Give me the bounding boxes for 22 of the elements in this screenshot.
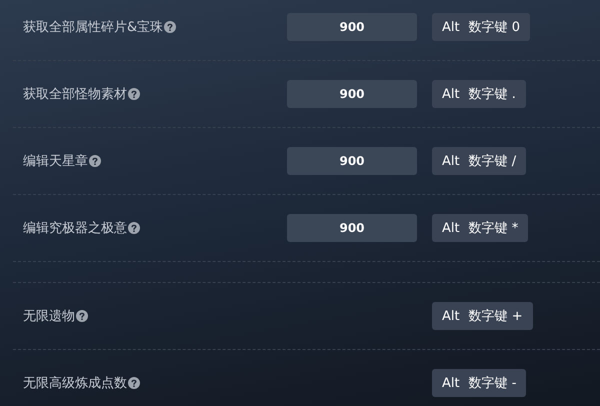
- option-label: 获取全部属性碎片&宝珠: [23, 19, 164, 36]
- option-label: 编辑究极器之极意: [23, 220, 127, 237]
- value-field[interactable]: 900: [287, 214, 417, 242]
- hotkey-button[interactable]: Alt 数字键 /: [432, 147, 526, 175]
- value-field[interactable]: 900: [287, 147, 417, 175]
- hotkey-button[interactable]: Alt 数字键 .: [432, 80, 526, 108]
- help-icon[interactable]: [128, 222, 140, 234]
- help-icon[interactable]: [164, 21, 176, 33]
- option-label: 无限遗物: [23, 308, 75, 325]
- hotkey-button[interactable]: Alt 数字键 -: [432, 369, 526, 397]
- option-label: 无限高级炼成点数: [23, 375, 127, 392]
- hotkey-button[interactable]: Alt 数字键 *: [432, 214, 528, 242]
- value-field[interactable]: 900: [287, 13, 417, 41]
- help-icon[interactable]: [76, 310, 88, 322]
- help-icon[interactable]: [128, 88, 140, 100]
- hotkey-button[interactable]: Alt 数字键 +: [432, 302, 533, 330]
- help-icon[interactable]: [89, 155, 101, 167]
- help-icon[interactable]: [128, 377, 140, 389]
- option-label: 获取全部怪物素材: [23, 86, 127, 103]
- value-field[interactable]: 900: [287, 80, 417, 108]
- option-label: 编辑天星章: [23, 153, 88, 170]
- hotkey-button[interactable]: Alt 数字键 0: [432, 13, 530, 41]
